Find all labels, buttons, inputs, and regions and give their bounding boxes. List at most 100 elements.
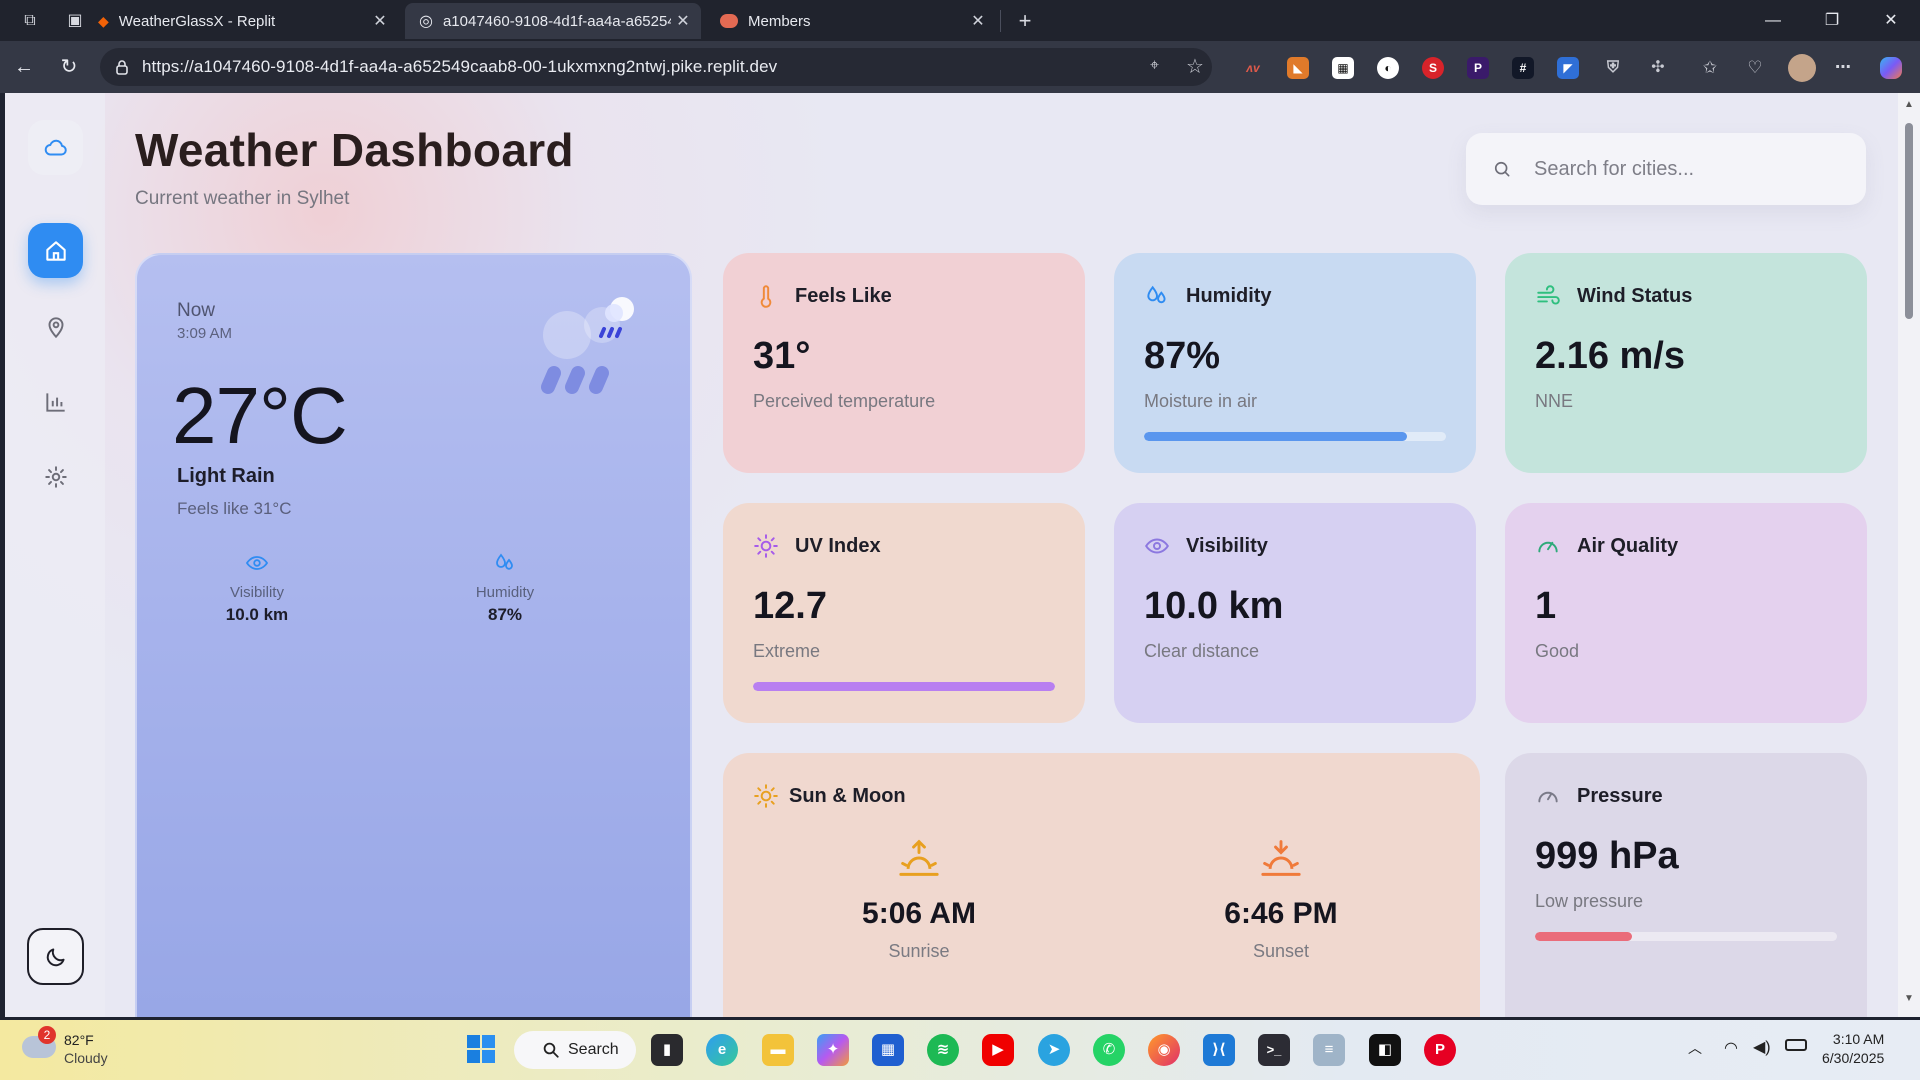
search-input[interactable] xyxy=(1534,157,1834,181)
card-subtitle: Clear distance xyxy=(1144,641,1260,661)
page-viewport: Weather Dashboard Current weather in Syl… xyxy=(5,93,1898,1017)
favorite-star-icon[interactable]: ☆ xyxy=(1186,54,1204,79)
minimize-button[interactable]: — xyxy=(1744,0,1802,41)
browser-essentials-icon[interactable]: ♡ xyxy=(1744,57,1766,79)
card-title: Humidity xyxy=(1186,284,1272,307)
extension-icon[interactable]: ʌv xyxy=(1242,57,1264,79)
terminal-icon[interactable]: >_ xyxy=(1258,1034,1290,1066)
taskbar-search-label: Search xyxy=(568,1041,619,1058)
volume-icon[interactable]: ◀) xyxy=(1753,1037,1771,1057)
whatsapp-icon[interactable]: ✆ xyxy=(1093,1034,1125,1066)
extension-circle-icon[interactable]: ◐ xyxy=(1377,57,1399,79)
extension-s-icon[interactable]: S xyxy=(1422,57,1444,79)
scroll-thumb[interactable] xyxy=(1905,123,1913,319)
current-feels-like: Feels like 31°C xyxy=(177,499,292,518)
extension-p-icon[interactable]: P xyxy=(1467,57,1489,79)
start-button[interactable] xyxy=(465,1034,497,1066)
file-explorer-icon[interactable]: ▬ xyxy=(762,1034,794,1066)
copilot-icon[interactable] xyxy=(1880,57,1902,79)
sidebar-item-home[interactable] xyxy=(28,223,83,278)
page-scrollbar[interactable]: ▲ ▼ xyxy=(1898,93,1920,1017)
close-icon[interactable]: ✕ xyxy=(671,11,695,31)
metamask-icon[interactable]: ◣ xyxy=(1287,57,1309,79)
uv-index-card: UV Index 12.7 Extreme xyxy=(723,503,1085,723)
scroll-down-icon[interactable]: ▼ xyxy=(1904,993,1914,1004)
restore-button[interactable]: ❐ xyxy=(1803,0,1861,41)
sidebar-item-location[interactable] xyxy=(28,299,83,354)
location-permission-icon[interactable]: ⌖ xyxy=(1150,57,1159,75)
card-title: Sun & Moon xyxy=(789,784,906,807)
lock-icon xyxy=(116,60,128,75)
new-tab-button[interactable]: + xyxy=(1012,8,1038,34)
youtube-icon[interactable]: ▶ xyxy=(982,1034,1014,1066)
windows-icon xyxy=(467,1035,495,1063)
card-value: 1 xyxy=(1535,585,1557,627)
extensions-puzzle-icon[interactable]: ✣ xyxy=(1647,57,1669,79)
firefox-icon[interactable]: ◉ xyxy=(1148,1034,1180,1066)
close-window-button[interactable]: ✕ xyxy=(1862,0,1920,41)
card-value: 87% xyxy=(1144,335,1221,377)
sidebar-item-stats[interactable] xyxy=(28,374,83,429)
taskbar-search[interactable]: Search xyxy=(514,1031,636,1069)
browser-tab-bar: ⧉ ▣ ◆ WeatherGlassX - Replit ✕ ◎ a104746… xyxy=(0,0,1920,41)
bar-chart-icon xyxy=(45,392,65,412)
wifi-icon[interactable]: ◠ xyxy=(1724,1038,1738,1058)
card-value: 2.16 m/s xyxy=(1535,335,1685,377)
task-view-icon[interactable]: ▮ xyxy=(651,1034,683,1066)
current-weather-card: Now 3:09 AM 27°C Light Rain Feels like 3… xyxy=(135,253,692,1017)
cloud-icon xyxy=(44,139,67,155)
tab-weatherglassx[interactable]: ◆ WeatherGlassX - Replit ✕ xyxy=(84,3,398,39)
taskbar-weather-temp: 82°F xyxy=(64,1032,94,1048)
favorites-icon[interactable]: ✩ xyxy=(1699,57,1721,79)
sunset-block: 6:46 PM Sunset xyxy=(1161,838,1401,962)
browser-toolbar: ← ↻ https://a1047460-9108-4d1f-aa4a-a652… xyxy=(0,41,1920,93)
vscode-icon[interactable]: ⟩⟨ xyxy=(1203,1034,1235,1066)
shield-icon[interactable]: ⛨ xyxy=(1602,57,1624,79)
extension-hash-icon[interactable]: # xyxy=(1512,57,1534,79)
tray-chevron-icon[interactable]: ︿ xyxy=(1688,1038,1702,1058)
location-pin-icon xyxy=(48,316,63,338)
battery-icon[interactable] xyxy=(1785,1039,1807,1051)
card-title: Visibility xyxy=(1186,534,1268,557)
replit-app-icon[interactable]: ◧ xyxy=(1369,1034,1401,1066)
card-title: Pressure xyxy=(1577,784,1663,807)
workspaces-icon[interactable]: ⧉ xyxy=(17,8,43,34)
more-menu-icon[interactable]: ⋯ xyxy=(1832,57,1854,79)
notepad-icon[interactable]: ≡ xyxy=(1313,1034,1345,1066)
now-label: Now xyxy=(177,300,216,321)
microsoft-store-icon[interactable]: ▦ xyxy=(872,1034,904,1066)
replit-icon: ◆ xyxy=(98,12,109,29)
reload-button[interactable]: ↻ xyxy=(55,53,83,81)
extension-blue-icon[interactable]: ◤ xyxy=(1557,57,1579,79)
copilot-app-icon[interactable]: ✦ xyxy=(817,1034,849,1066)
clock-date: 6/30/2025 xyxy=(1822,1050,1885,1066)
card-title: UV Index xyxy=(795,534,881,557)
close-icon[interactable]: ✕ xyxy=(368,11,392,31)
sidebar-item-settings[interactable] xyxy=(28,449,83,504)
windows-taskbar: 2 82°F Cloudy Search ▮ e ▬ ✦ ▦ ≋ ▶ ➤ ✆ ◉… xyxy=(0,1020,1920,1080)
extension-grid-icon[interactable]: ▦ xyxy=(1332,57,1354,79)
card-subtitle: Perceived temperature xyxy=(753,391,936,411)
thermometer-icon xyxy=(760,285,772,308)
address-bar[interactable]: https://a1047460-9108-4d1f-aa4a-a652549c… xyxy=(100,48,1212,86)
eye-icon xyxy=(245,556,269,570)
edge-icon[interactable]: e xyxy=(706,1034,738,1066)
tab-replit-dev[interactable]: ◎ a1047460-9108-4d1f-aa4a-a652549caab8-0… xyxy=(405,3,701,39)
card-title: Feels Like xyxy=(795,284,892,307)
gear-icon xyxy=(44,465,67,488)
sunset-time: 6:46 PM xyxy=(1224,897,1338,930)
telegram-icon[interactable]: ➤ xyxy=(1038,1034,1070,1066)
back-button[interactable]: ← xyxy=(10,53,38,81)
search-box[interactable] xyxy=(1466,133,1866,205)
spotify-icon[interactable]: ≋ xyxy=(927,1034,959,1066)
pinterest-icon[interactable]: P xyxy=(1424,1034,1456,1066)
scroll-up-icon[interactable]: ▲ xyxy=(1904,99,1914,110)
card-subtitle: Moisture in air xyxy=(1144,391,1258,411)
theme-toggle-button[interactable] xyxy=(27,928,84,985)
close-icon[interactable]: ✕ xyxy=(966,11,990,31)
taskbar-clock[interactable]: 3:10 AM 6/30/2025 xyxy=(1822,1030,1884,1068)
card-value: 31° xyxy=(753,335,811,377)
profile-avatar[interactable] xyxy=(1788,54,1816,82)
tab-members[interactable]: Members ✕ xyxy=(706,3,996,39)
visibility-card: Visibility 10.0 km Clear distance xyxy=(1114,503,1476,723)
